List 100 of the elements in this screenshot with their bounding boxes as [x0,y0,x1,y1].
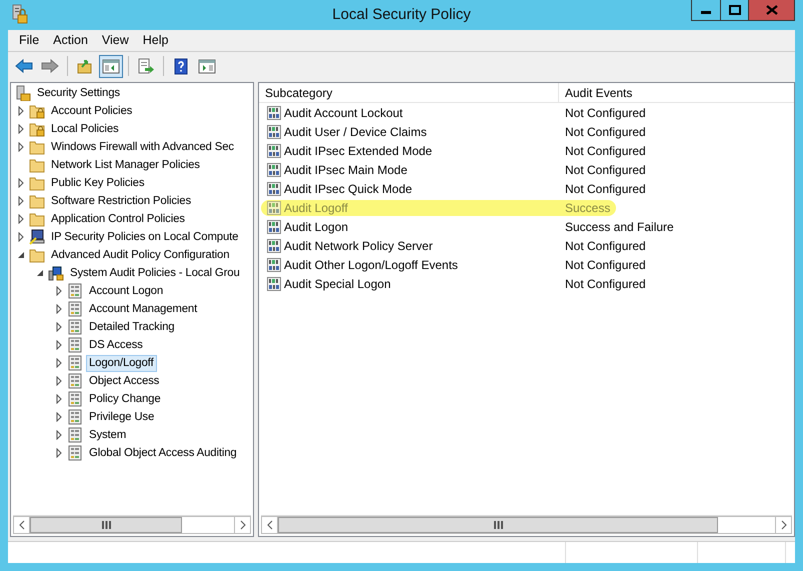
collapsed-arrow-icon[interactable] [18,142,24,152]
table-cell-text: Audit Other Logon/Logoff Events [284,256,458,274]
scroll-right-icon[interactable] [780,520,786,530]
horizontal-scrollbar[interactable] [13,515,251,534]
collapsed-arrow-icon[interactable] [18,124,24,134]
tree-item[interactable]: Local Policies [48,120,122,138]
collapsed-arrow-icon[interactable] [56,448,62,458]
computer-icon [29,229,45,245]
menu-item[interactable]: View [94,31,136,50]
tree-item[interactable]: System [86,426,130,444]
table-cell: Not Configured [565,182,646,196]
list-document-icon [67,427,83,443]
list-document-icon [67,337,83,353]
binary-document-icon [267,276,281,290]
list-document-icon [67,445,83,461]
table-cell-text: Audit Network Policy Server [284,238,433,254]
maximize-icon [728,5,740,15]
tree-item[interactable]: Advanced Audit Policy Configuration [48,246,232,264]
horizontal-scrollbar[interactable] [261,515,792,534]
folder-icon [29,157,45,173]
scroll-left-icon[interactable] [266,520,272,530]
menu-item[interactable]: Help [136,31,176,50]
tree-item[interactable]: IP Security Policies on Local Compute [48,228,242,246]
scroll-left-icon[interactable] [18,520,24,530]
grip-icon [102,521,110,529]
column-header[interactable]: Subcategory [259,83,559,102]
tree-item[interactable]: Software Restriction Policies [48,192,194,210]
list-document-icon [67,373,83,389]
binary-document-icon [267,220,281,234]
locked-folder-icon [29,121,45,137]
tree-item[interactable]: Global Object Access Auditing [86,444,240,462]
collapsed-arrow-icon[interactable] [18,196,24,206]
binary-document-icon [267,182,281,196]
table-cell: Success [565,200,610,214]
tree-item[interactable]: Logon/Logoff [86,354,157,372]
collapsed-arrow-icon[interactable] [18,214,24,224]
tree-item[interactable]: DS Access [86,336,146,354]
collapsed-arrow-icon[interactable] [18,178,24,188]
app-icon [12,4,28,24]
binary-document-icon [267,238,281,252]
tree-item[interactable]: Account Management [86,300,200,318]
binary-document-icon [267,144,281,158]
menu-item[interactable]: Action [46,31,95,50]
tree-item[interactable]: Account Logon [86,282,166,300]
policy-icon [48,265,64,281]
tree-item[interactable]: Public Key Policies [48,174,148,192]
tree-toggle-button[interactable] [99,54,123,78]
collapsed-arrow-icon[interactable] [18,232,24,242]
expanded-arrow-icon[interactable] [17,251,25,259]
collapsed-arrow-icon[interactable] [56,430,62,440]
list-document-icon [67,355,83,371]
binary-document-icon [267,124,281,138]
panel-icon [198,58,216,74]
collapsed-arrow-icon[interactable] [56,358,62,368]
tree-item[interactable]: Windows Firewall with Advanced Sec [48,138,237,156]
table-cell: Not Configured [565,276,646,290]
table-cell-text: Audit IPsec Quick Mode [284,180,412,198]
tree-item[interactable]: Security Settings [34,84,123,102]
tree-item[interactable]: Application Control Policies [48,210,188,228]
folder-icon [29,193,45,209]
collapsed-arrow-icon[interactable] [56,322,62,332]
collapsed-arrow-icon[interactable] [56,376,62,386]
collapsed-arrow-icon[interactable] [18,106,24,116]
binary-document-icon [267,258,281,272]
tree-item[interactable]: Detailed Tracking [86,318,178,336]
tree-item[interactable]: Object Access [86,372,162,390]
close-button[interactable] [748,0,794,20]
scroll-right-icon[interactable] [240,520,246,530]
back-arrow-icon [15,58,33,74]
folder-icon [29,139,45,155]
table-cell-text: Audit Special Logon [284,276,391,292]
tree-item[interactable]: Network List Manager Policies [48,156,203,174]
list-document-icon [67,409,83,425]
tree-item[interactable]: Privilege Use [86,408,158,426]
menu-item[interactable]: File [12,31,46,50]
collapsed-arrow-icon[interactable] [56,304,62,314]
table-cell: Not Configured [565,144,646,158]
window-title: Local Security Policy [332,4,471,25]
collapsed-arrow-icon[interactable] [56,412,62,422]
table-cell-text: Audit Logoff [284,200,348,216]
table-cell: Success and Failure [565,220,674,234]
table-cell-text: Audit User / Device Claims [284,124,427,140]
collapsed-arrow-icon[interactable] [56,340,62,350]
column-header[interactable]: Audit Events [559,83,632,102]
grip-icon [494,521,502,529]
panel-icon [102,58,120,74]
tree-item[interactable]: Account Policies [48,102,136,120]
list-document-icon [67,391,83,407]
help-icon [172,58,190,74]
expanded-arrow-icon[interactable] [36,269,44,277]
tree-item[interactable]: Policy Change [86,390,164,408]
locked-folder-icon [29,103,45,119]
table-cell: Not Configured [565,124,646,138]
folder-icon [29,175,45,191]
collapsed-arrow-icon[interactable] [56,286,62,296]
collapsed-arrow-icon[interactable] [56,394,62,404]
table-cell: Not Configured [565,238,646,252]
list-document-icon [67,319,83,335]
binary-document-icon [267,106,281,120]
tree-item[interactable]: System Audit Policies - Local Grou [67,264,243,282]
